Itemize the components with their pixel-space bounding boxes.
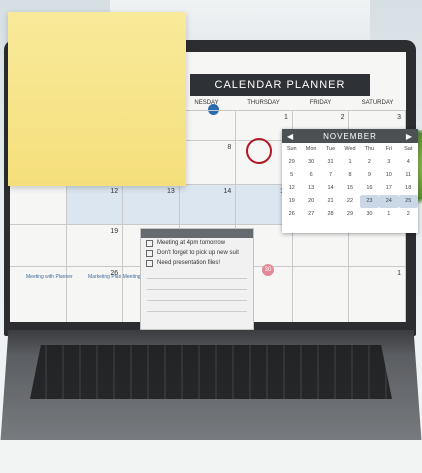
dow-label: Thu: [364, 146, 375, 152]
mini-day[interactable]: 25: [398, 195, 418, 208]
dow-label: Wed: [344, 146, 356, 152]
planner-day-cell[interactable]: [293, 267, 350, 322]
mini-day[interactable]: 1: [379, 208, 398, 221]
todo-item[interactable]: Need presentation files!: [141, 258, 253, 268]
todo-note-popup: Meeting at 4pm tomorrow Don't forget to …: [140, 228, 254, 330]
dow-label: Sun: [286, 146, 297, 152]
mini-day[interactable]: 29: [282, 156, 301, 169]
dow-label: Fri: [385, 146, 393, 152]
mini-day[interactable]: 15: [340, 182, 359, 195]
mini-calendar-week: 29 30 31 1 2 3 4: [282, 156, 418, 169]
mini-calendar-week: 19 20 21 22 23 24 25: [282, 195, 418, 208]
mini-calendar-weekdays: Sun Mon Tue Wed Thu Fri Sat: [282, 143, 418, 156]
mini-day[interactable]: 13: [301, 182, 320, 195]
todo-header: [141, 229, 253, 238]
planner-day-cell[interactable]: 19: [67, 225, 124, 267]
planner-day-cell[interactable]: [180, 111, 237, 141]
weekday-label: NESDAY: [194, 100, 219, 106]
mini-day[interactable]: 9: [360, 169, 379, 182]
mini-day[interactable]: 6: [301, 169, 320, 182]
todo-blank-line: [147, 268, 247, 279]
mini-day[interactable]: 11: [399, 169, 418, 182]
next-month-icon[interactable]: ▶: [406, 132, 413, 141]
mini-day[interactable]: 17: [379, 182, 398, 195]
mini-day[interactable]: 2: [399, 208, 418, 221]
mini-day[interactable]: 21: [321, 195, 340, 208]
mini-calendar-popup: ◀ NOVEMBER ▶ Sun Mon Tue Wed Thu Fri Sat…: [282, 129, 418, 233]
photo-scene: CALENDAR PLANNER NESDAY THURSDAY FRIDAY …: [0, 0, 422, 473]
todo-item-label: Need presentation files!: [157, 260, 221, 266]
planner-day-cell[interactable]: [10, 225, 67, 267]
mini-day[interactable]: 28: [321, 208, 340, 221]
mini-day[interactable]: 2: [360, 156, 379, 169]
mini-day[interactable]: 10: [379, 169, 398, 182]
todo-item-label: Don't forget to pick up new suit: [157, 250, 239, 256]
mini-day[interactable]: 26: [282, 208, 301, 221]
mini-day[interactable]: 29: [340, 208, 359, 221]
mini-day[interactable]: 30: [360, 208, 379, 221]
dow-label: Mon: [305, 146, 317, 152]
mini-day[interactable]: 18: [399, 182, 418, 195]
mini-day[interactable]: 31: [321, 156, 340, 169]
planner-day-cell[interactable]: 1: [349, 267, 406, 322]
planner-day-cell[interactable]: 8: [180, 141, 237, 185]
mini-day[interactable]: 20: [301, 195, 320, 208]
mini-calendar-week: 5 6 7 8 9 10 11: [282, 169, 418, 182]
mini-calendar-month: NOVEMBER: [323, 131, 377, 141]
laptop-keyboard: [30, 345, 392, 399]
mini-day[interactable]: 22: [340, 195, 359, 208]
sticky-note: [8, 12, 186, 186]
weekday-label: SATURDAY: [361, 100, 394, 106]
planner-day-cell[interactable]: [10, 185, 67, 225]
mini-day[interactable]: 8: [340, 169, 359, 182]
mini-calendar-week: 26 27 28 29 30 1 2: [282, 208, 418, 221]
highlighted-date-circle: [246, 138, 272, 164]
mini-day[interactable]: 7: [321, 169, 340, 182]
mini-day[interactable]: 27: [301, 208, 320, 221]
todo-item[interactable]: Meeting at 4pm tomorrow: [141, 238, 253, 248]
todo-blank-line: [147, 301, 247, 312]
dow-label: Tue: [325, 146, 336, 152]
todo-item-label: Meeting at 4pm tomorrow: [157, 240, 226, 246]
mini-calendar-header: ◀ NOVEMBER ▶: [282, 129, 418, 143]
dow-label: Sat: [404, 146, 413, 152]
todo-item[interactable]: Don't forget to pick up new suit: [141, 248, 253, 258]
weekday-label: THURSDAY: [247, 100, 280, 106]
planner-day-cell[interactable]: 13: [123, 185, 180, 225]
mini-day[interactable]: 19: [282, 195, 301, 208]
planner-title: CALENDAR PLANNER: [190, 74, 370, 96]
planner-day-cell[interactable]: 14: [179, 185, 237, 225]
desk-surface: [0, 440, 422, 473]
checkbox-icon[interactable]: [146, 239, 153, 247]
todo-blank-line: [147, 279, 247, 290]
mini-day[interactable]: 5: [282, 169, 301, 182]
weekday-label: FRIDAY: [309, 100, 332, 106]
mini-calendar-week: 12 13 14 15 16 17 18: [282, 182, 418, 195]
date-badge: 30: [262, 264, 274, 276]
mini-day[interactable]: 3: [379, 156, 398, 169]
todo-blank-line: [147, 290, 247, 301]
mini-day[interactable]: 1: [340, 156, 359, 169]
mini-day[interactable]: 16: [360, 182, 379, 195]
calendar-note: Meeting with Planner: [26, 274, 73, 280]
mini-day[interactable]: 12: [282, 182, 301, 195]
prev-month-icon[interactable]: ◀: [287, 132, 294, 141]
planner-day-cell[interactable]: 12: [66, 185, 124, 225]
mini-day[interactable]: 23: [359, 195, 380, 208]
mini-day[interactable]: 30: [301, 156, 320, 169]
checkbox-icon[interactable]: [146, 249, 153, 257]
calendar-note: Marketing Plan Meeting: [88, 274, 141, 280]
checkbox-icon[interactable]: [146, 259, 153, 267]
mini-day[interactable]: 14: [321, 182, 340, 195]
mini-day[interactable]: 4: [399, 156, 418, 169]
mini-day[interactable]: 24: [379, 195, 399, 208]
